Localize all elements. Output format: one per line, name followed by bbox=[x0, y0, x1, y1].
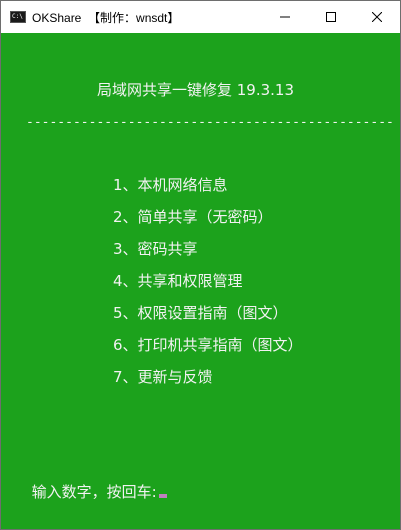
minimize-icon bbox=[280, 16, 290, 18]
text-cursor bbox=[158, 494, 167, 498]
menu-item-network-info: 1、本机网络信息 bbox=[113, 176, 228, 194]
input-prompt[interactable]: 输入数字，按回车: bbox=[3, 462, 167, 522]
maximize-button[interactable] bbox=[308, 1, 354, 33]
console-heading: 局域网共享一键修复 19.3.13 bbox=[97, 81, 295, 99]
window-title: OKShare 【制作：wnsdt】 bbox=[32, 10, 180, 25]
close-icon bbox=[372, 12, 382, 22]
console-output[interactable]: 局域网共享一键修复 19.3.13 ----------------------… bbox=[1, 33, 400, 529]
console-window: OKShare 【制作：wnsdt】 局域网共享一键修复 19.3.13 ---… bbox=[0, 0, 401, 530]
prompt-text: 输入数字，按回车: bbox=[31, 483, 157, 501]
console-icon[interactable] bbox=[10, 11, 26, 23]
menu-item-simple-share: 2、简单共享（无密码） bbox=[113, 208, 273, 226]
maximize-icon bbox=[326, 12, 336, 22]
close-button[interactable] bbox=[354, 1, 400, 33]
menu-item-password-share: 3、密码共享 bbox=[113, 240, 198, 258]
menu-item-printer-guide: 6、打印机共享指南（图文） bbox=[113, 336, 303, 354]
console-divider: ----------------------------------------… bbox=[26, 115, 394, 130]
menu-item-permission-guide: 5、权限设置指南（图文） bbox=[113, 304, 288, 322]
menu-item-share-permissions: 4、共享和权限管理 bbox=[113, 272, 243, 290]
menu-item-update-feedback: 7、更新与反馈 bbox=[113, 368, 213, 386]
minimize-button[interactable] bbox=[262, 1, 308, 33]
title-bar[interactable]: OKShare 【制作：wnsdt】 bbox=[1, 1, 400, 33]
